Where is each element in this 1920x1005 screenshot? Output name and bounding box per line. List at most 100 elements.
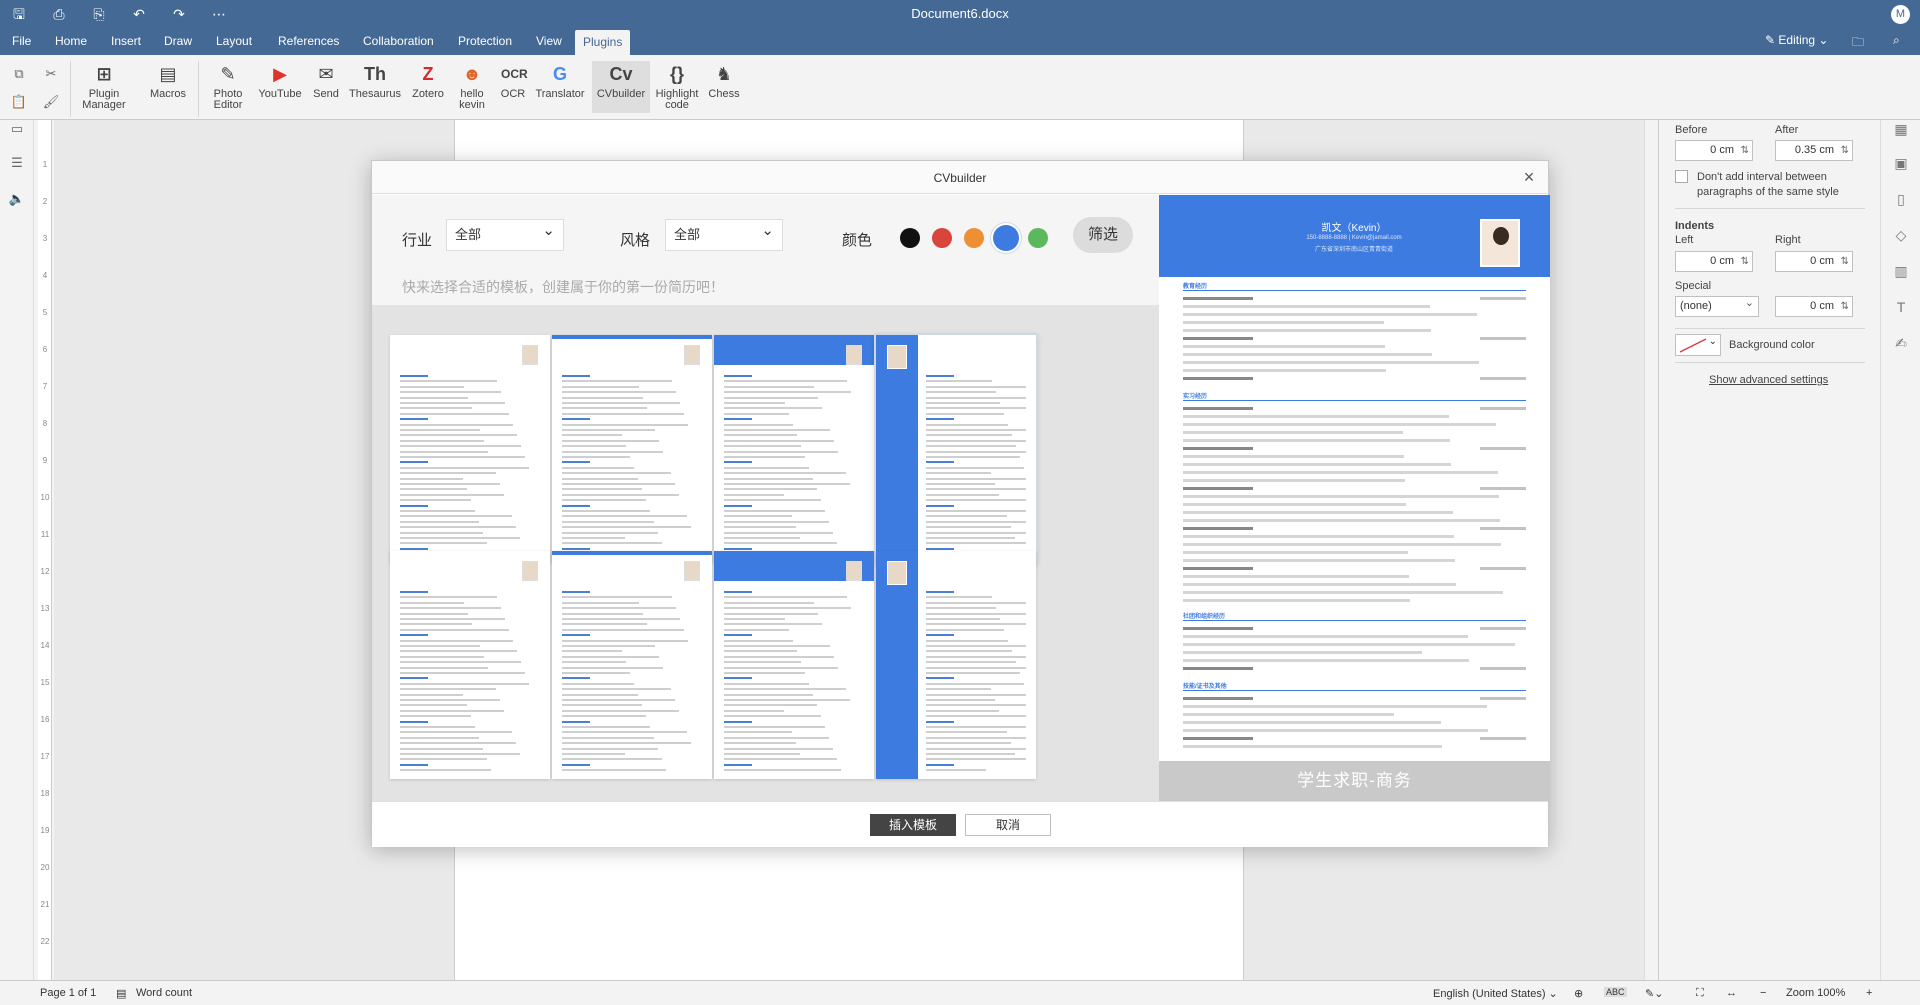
hello-kevin-button[interactable]: ☻ hello kevin [452, 63, 492, 111]
youtube-button[interactable]: ▶ YouTube [256, 63, 304, 100]
tab-home[interactable]: Home [47, 28, 95, 55]
copy-icon[interactable]: ⧉ [10, 65, 28, 83]
tab-layout[interactable]: Layout [208, 28, 260, 55]
header-footer-icon[interactable]: ▯ [1892, 190, 1910, 208]
template-card[interactable] [552, 551, 712, 779]
text-art-icon[interactable]: T [1892, 298, 1910, 316]
highlight-code-button[interactable]: {} Highlight code [654, 63, 700, 111]
document-language-icon[interactable]: ⊕ [1574, 987, 1583, 1000]
left-indent-input[interactable]: 0 cm [1675, 251, 1753, 272]
tab-file[interactable]: File [4, 28, 39, 55]
ruler-number: 5 [42, 308, 48, 317]
word-count-button[interactable]: Word count [136, 987, 192, 999]
translator-button[interactable]: G Translator [534, 63, 586, 100]
tab-view[interactable]: View [528, 28, 570, 55]
card-text-line [400, 666, 488, 669]
fit-width-icon[interactable]: ↔ [1726, 987, 1737, 999]
industry-select[interactable]: 全部 [446, 216, 564, 251]
card-text-line [400, 483, 500, 485]
card-text-line [562, 639, 688, 642]
card-text-line [724, 742, 796, 745]
tab-references[interactable]: References [270, 28, 347, 55]
background-color-picker[interactable]: ⌄ [1675, 334, 1721, 356]
preview-text-line [1183, 511, 1453, 514]
fit-page-icon[interactable]: ⛶ [1696, 987, 1704, 1000]
right-indent-input[interactable]: 0 cm [1775, 251, 1853, 272]
macros-button[interactable]: ▤ Macros [146, 63, 190, 100]
insert-template-button[interactable]: 插入模板 [870, 814, 956, 836]
color-swatch[interactable] [932, 228, 952, 248]
plugin-manager-button[interactable]: ⊞ Plugin Manager [80, 63, 128, 111]
navigation-icon[interactable]: ☰ [8, 154, 26, 172]
template-card[interactable] [876, 335, 1036, 563]
zotero-button[interactable]: Z Zotero [408, 63, 448, 100]
close-icon[interactable]: × [1518, 166, 1540, 188]
send-button[interactable]: ✉ Send [310, 63, 342, 100]
cancel-button[interactable]: 取消 [965, 814, 1051, 836]
card-text-line [724, 515, 792, 518]
color-swatch[interactable] [993, 225, 1019, 251]
card-text-line [400, 672, 525, 674]
zoom-in-icon[interactable]: + [1866, 987, 1872, 999]
comments-icon[interactable]: ▭ [8, 120, 26, 138]
table-settings-icon[interactable]: ▦ [1892, 120, 1910, 138]
tab-plugins[interactable]: Plugins [575, 30, 631, 55]
special-indent-input[interactable]: 0 cm [1775, 296, 1853, 317]
card-text-line [724, 758, 837, 761]
vertical-scrollbar[interactable] [1644, 120, 1658, 980]
cvbuilder-icon: Cv [609, 64, 633, 84]
advanced-settings-link[interactable]: Show advanced settings [1709, 374, 1828, 386]
tab-insert[interactable]: Insert [103, 28, 149, 55]
template-card[interactable] [390, 551, 550, 779]
card-text-line [562, 742, 691, 745]
template-card[interactable] [552, 335, 712, 563]
ocr-button[interactable]: OCR OCR [497, 63, 529, 100]
card-text-line [926, 612, 1026, 615]
photo-editor-icon: ✎ [220, 64, 236, 84]
template-card[interactable] [714, 335, 874, 563]
template-card[interactable] [714, 551, 874, 779]
track-changes-icon[interactable]: ✎⌄ [1645, 987, 1663, 1000]
color-swatch[interactable] [1028, 228, 1048, 248]
card-text-line [562, 407, 647, 410]
zoom-out-icon[interactable]: − [1760, 987, 1766, 999]
speech-icon[interactable]: 🔈 [8, 190, 26, 208]
card-text-line [724, 628, 789, 631]
spacing-before-input[interactable]: 0 cm [1675, 140, 1753, 161]
template-card[interactable] [390, 335, 550, 563]
tab-protection[interactable]: Protection [450, 28, 520, 55]
signature-icon[interactable]: ✍ [1892, 334, 1910, 352]
preview-date [1480, 337, 1526, 340]
template-preview: 凯文（Kevin） 150-8888-8888 | Kevin@jamail.c… [1159, 195, 1550, 801]
format-painter-icon[interactable]: 🖌 [42, 93, 60, 111]
photo-editor-button[interactable]: ✎ Photo Editor [206, 63, 250, 111]
shape-settings-icon[interactable]: ◇ [1892, 226, 1910, 244]
tab-draw[interactable]: Draw [156, 28, 200, 55]
editing-mode-button[interactable]: ✎ Editing ⌄ [1765, 33, 1828, 47]
chess-button[interactable]: ♞ Chess [706, 63, 742, 100]
spacing-after-input[interactable]: 0.35 cm [1775, 140, 1853, 161]
cut-icon[interactable]: ✂ [42, 65, 60, 83]
color-swatch[interactable] [900, 228, 920, 248]
card-text-line [400, 634, 428, 637]
thesaurus-button[interactable]: Th Thesaurus [348, 63, 402, 100]
tab-collaboration[interactable]: Collaboration [355, 28, 442, 55]
paste-icon[interactable]: 📋 [10, 93, 28, 111]
chart-settings-icon[interactable]: ▥ [1892, 262, 1910, 280]
open-location-icon[interactable]: 🗀 [1852, 33, 1864, 54]
cvbuilder-button[interactable]: Cv CVbuilder [592, 61, 650, 113]
language-select[interactable]: English (United States) ⌄ [1433, 987, 1558, 1000]
special-indent-select[interactable]: (none) [1675, 294, 1759, 317]
style-select[interactable]: 全部 [665, 216, 783, 251]
preview-text-line [1183, 447, 1253, 450]
card-text-line [724, 407, 822, 410]
no-interval-checkbox[interactable] [1675, 170, 1688, 183]
color-swatch[interactable] [964, 228, 984, 248]
user-avatar[interactable]: M [1891, 5, 1910, 24]
template-card[interactable] [876, 551, 1036, 779]
template-grid[interactable] [372, 305, 1159, 801]
filter-button[interactable]: 筛选 [1073, 217, 1133, 253]
search-icon[interactable]: ⌕ [1893, 33, 1900, 48]
spell-check-icon[interactable]: ABC [1604, 987, 1627, 997]
image-settings-icon[interactable]: ▣ [1892, 154, 1910, 172]
